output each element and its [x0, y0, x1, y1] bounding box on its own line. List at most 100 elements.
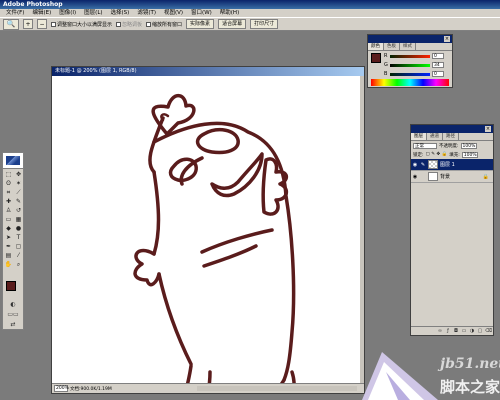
menu-select[interactable]: 选择(S) — [107, 9, 134, 17]
green-value-field[interactable]: 34 — [432, 62, 444, 68]
dodge-tool-icon[interactable]: ● — [14, 225, 23, 233]
lock-fill-row: 锁定: ▢ ✎ ✥ 🔒 填充: 100% — [411, 150, 493, 159]
document-window: 未标题-1 @ 200% (图层 1, RGB/8) 200% 文档:900.0… — [51, 66, 365, 400]
menu-view[interactable]: 视图(V) — [160, 9, 187, 17]
hand-tool-icon[interactable]: ✋ — [4, 261, 13, 269]
tool-preset-picker[interactable]: 🔍 — [3, 18, 19, 30]
red-value-field[interactable]: 0 — [432, 53, 444, 59]
trash-icon[interactable]: ⌫ — [485, 328, 492, 334]
screen-mode-icon[interactable]: ▭▭ — [5, 311, 21, 319]
fit-on-screen-button[interactable]: 适合屏幕 — [218, 19, 247, 29]
layer-row-layer-1[interactable]: ◉ ✎ 图层 1 — [411, 159, 493, 171]
layer-style-icon[interactable]: ƒ — [445, 328, 451, 334]
layers-panel-tabs: 图层 通道 路径 — [411, 133, 493, 141]
zoom-level-field[interactable]: 200% — [54, 385, 69, 392]
layers-panel-footer: ∞ ƒ ◘ ▭ ◑ ▢ ⌫ — [411, 326, 493, 335]
menu-image[interactable]: 图像(I) — [55, 9, 80, 17]
healing-brush-tool-icon[interactable]: ✚ — [4, 198, 13, 206]
shape-tool-icon[interactable]: ▢ — [14, 243, 23, 251]
zoom-tool-icon[interactable]: ⌕ — [14, 261, 23, 269]
zoom-in-button[interactable]: + — [23, 19, 33, 29]
crop-tool-icon[interactable]: ⌗ — [4, 189, 13, 197]
close-icon[interactable]: × — [444, 36, 450, 42]
type-tool-icon[interactable]: T — [14, 234, 23, 242]
tab-swatches[interactable]: 色板 — [384, 43, 400, 50]
document-status-bar: 200% 文档:900.0K/1.19M — [52, 383, 364, 393]
marquee-tool-icon[interactable]: ⬚ — [4, 171, 13, 179]
pen-tool-icon[interactable]: ✒ — [4, 243, 13, 251]
options-bar: 🔍 + − 调整窗口大小以满屏显示 忽略调板 缩放所有窗口 实际像素 适合屏幕 … — [0, 17, 500, 31]
quick-mask-icon[interactable]: ◐ — [5, 301, 21, 309]
gradient-tool-icon[interactable]: ▦ — [14, 216, 23, 224]
menu-window[interactable]: 窗口(W) — [187, 9, 216, 17]
blend-mode-select[interactable]: 正常 — [413, 142, 437, 149]
watermark-name: 脚本之家 — [440, 378, 500, 396]
new-layer-icon[interactable]: ▢ — [477, 328, 483, 334]
tab-color[interactable]: 颜色 — [368, 43, 384, 50]
blue-slider-row: B 0 — [384, 71, 444, 77]
close-icon[interactable]: × — [485, 126, 491, 132]
green-slider-row: G 34 — [384, 62, 444, 68]
lock-icons[interactable]: ▢ ✎ ✥ 🔒 — [426, 152, 448, 157]
notes-tool-icon[interactable]: ▤ — [4, 252, 13, 260]
brush-link-icon[interactable]: ✎ — [420, 162, 426, 168]
blur-tool-icon[interactable]: ◆ — [4, 225, 13, 233]
eraser-tool-icon[interactable]: ▭ — [4, 216, 13, 224]
green-slider[interactable] — [390, 63, 430, 67]
link-icon[interactable]: ∞ — [437, 328, 443, 334]
slice-tool-icon[interactable]: ⟋ — [14, 189, 23, 197]
resize-windows-checkbox[interactable]: 调整窗口大小以满屏显示 — [51, 21, 112, 28]
menu-help[interactable]: 帮助(H) — [216, 9, 243, 17]
opacity-field[interactable]: 100% — [460, 142, 477, 149]
history-brush-tool-icon[interactable]: ↺ — [14, 207, 23, 215]
tab-layers[interactable]: 图层 — [411, 133, 427, 140]
horizontal-scrollbar[interactable] — [197, 386, 357, 391]
mask-icon[interactable]: ◘ — [453, 328, 459, 334]
menu-file[interactable]: 文件(F) — [2, 9, 28, 17]
ignore-palettes-checkbox[interactable]: 忽略调板 — [116, 21, 142, 28]
resize-windows-label: 调整窗口大小以满屏显示 — [57, 21, 113, 28]
fill-label: 填充: — [449, 152, 460, 158]
fill-field[interactable]: 100% — [461, 151, 478, 158]
menu-edit[interactable]: 编辑(E) — [28, 9, 55, 17]
foreground-color-swatch[interactable] — [6, 281, 16, 291]
red-label: R — [384, 53, 388, 59]
eyedropper-tool-icon[interactable]: ⁄ — [14, 252, 23, 260]
vertical-scrollbar[interactable] — [360, 76, 364, 384]
menu-layer[interactable]: 图层(L) — [80, 9, 106, 17]
drawing-canvas[interactable] — [52, 76, 361, 400]
jump-to-imageready-icon[interactable]: ⇄ — [5, 321, 21, 329]
eye-icon[interactable]: ◉ — [412, 174, 418, 180]
color-spectrum-bar[interactable] — [371, 79, 449, 86]
tab-channels[interactable]: 通道 — [427, 133, 443, 140]
blue-value-field[interactable]: 0 — [432, 71, 444, 77]
tab-styles[interactable]: 样式 — [400, 43, 416, 50]
menu-filter[interactable]: 滤镜(T) — [133, 9, 160, 17]
document-size-info[interactable]: 文档:900.0K/1.19M — [70, 386, 112, 392]
magic-wand-tool-icon[interactable]: ✶ — [14, 180, 23, 188]
opacity-label: 不透明度: — [439, 143, 459, 149]
stamp-tool-icon[interactable]: ♙ — [4, 207, 13, 215]
color-panel: × 颜色 色板 样式 R 0 G 34 B 0 — [367, 34, 453, 88]
blue-slider[interactable] — [390, 72, 430, 76]
lasso-tool-icon[interactable]: ʘ — [4, 180, 13, 188]
print-size-button[interactable]: 打印尺寸 — [250, 19, 279, 29]
checkbox-box — [116, 21, 122, 27]
blend-opacity-row: 正常 不透明度: 100% — [411, 141, 493, 150]
new-set-icon[interactable]: ▭ — [461, 328, 467, 334]
actual-pixels-button[interactable]: 实际像素 — [186, 19, 215, 29]
color-panel-foreground-swatch[interactable] — [371, 53, 381, 63]
zoom-all-windows-checkbox[interactable]: 缩放所有窗口 — [146, 21, 182, 28]
layer-row-background[interactable]: ◉ 背景 🔒 — [411, 171, 493, 183]
tab-paths[interactable]: 路径 — [443, 133, 459, 140]
move-tool-icon[interactable]: ✥ — [14, 171, 23, 179]
eye-icon[interactable]: ◉ — [412, 162, 418, 168]
layer-name: 图层 1 — [440, 162, 455, 168]
red-slider[interactable] — [390, 54, 430, 58]
path-selection-tool-icon[interactable]: ➤ — [4, 234, 13, 242]
watermark: jb51.net 脚本之家 — [362, 346, 500, 400]
link-slot-icon[interactable] — [420, 174, 426, 180]
adjustment-layer-icon[interactable]: ◑ — [469, 328, 475, 334]
brush-tool-icon[interactable]: ✎ — [14, 198, 23, 206]
zoom-out-button[interactable]: − — [37, 19, 47, 29]
